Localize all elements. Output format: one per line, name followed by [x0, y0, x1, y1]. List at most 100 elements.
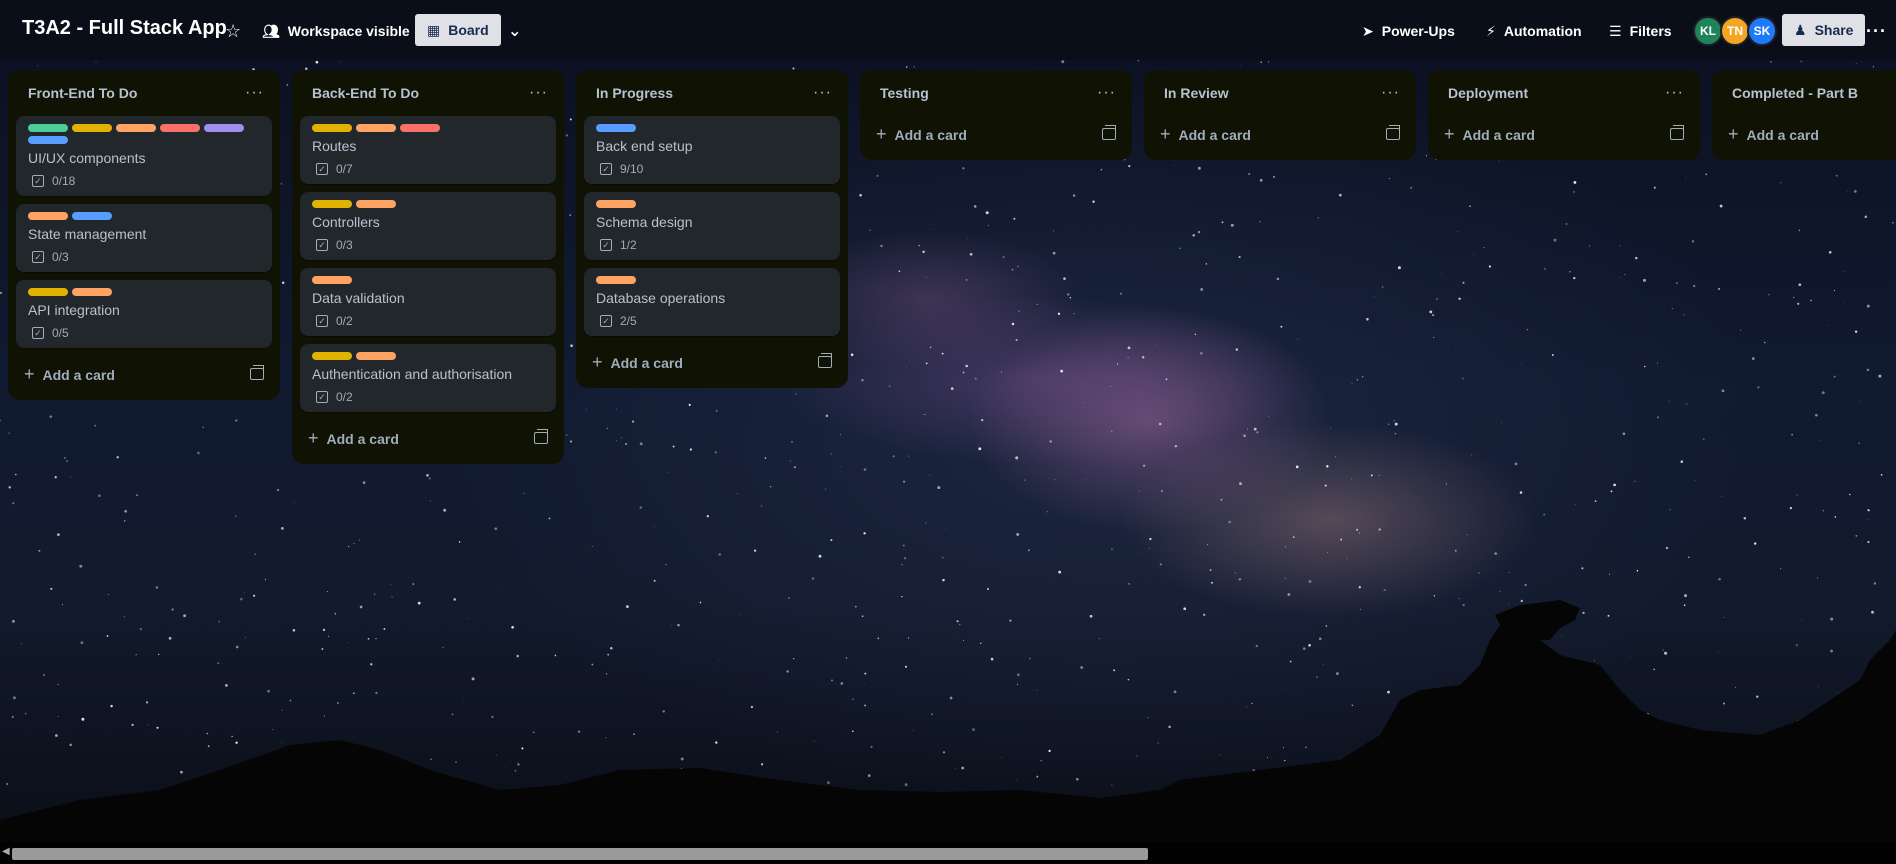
list-title[interactable]: Back-End To Do — [312, 85, 419, 101]
label-chip[interactable] — [28, 124, 68, 132]
add-card-button[interactable]: + Add a card — [592, 352, 683, 373]
scroll-left-icon[interactable]: ◀ — [2, 846, 10, 857]
add-card-button[interactable]: + Add a card — [1444, 124, 1535, 145]
card[interactable]: Controllers ✓ 0/3 — [300, 192, 556, 260]
list-title[interactable]: In Review — [1164, 85, 1229, 101]
list-title[interactable]: Deployment — [1448, 85, 1528, 101]
filters-button[interactable]: ☰ Filters — [1609, 16, 1672, 46]
card-labels[interactable] — [596, 200, 828, 208]
list-title[interactable]: Testing — [880, 85, 929, 101]
list-menu-icon[interactable]: ··· — [529, 84, 548, 102]
card-template-icon[interactable] — [1670, 125, 1684, 140]
member-avatar[interactable]: KL — [1693, 16, 1723, 46]
label-chip[interactable] — [28, 136, 68, 144]
scrollbar-thumb[interactable] — [12, 848, 1148, 860]
card-labels[interactable] — [28, 288, 260, 296]
list-menu-icon[interactable]: ··· — [245, 84, 264, 102]
list-header: Deployment ··· — [1436, 70, 1692, 116]
member-avatar[interactable]: TN — [1720, 16, 1750, 46]
add-card-button[interactable]: + Add a card — [876, 124, 967, 145]
label-chip[interactable] — [28, 288, 68, 296]
label-chip[interactable] — [312, 276, 352, 284]
label-chip[interactable] — [400, 124, 440, 132]
add-card-button[interactable]: + Add a card — [1728, 124, 1819, 145]
card-labels[interactable] — [596, 124, 828, 132]
label-chip[interactable] — [72, 212, 112, 220]
card-template-icon[interactable] — [1102, 125, 1116, 140]
card-labels[interactable] — [28, 124, 260, 144]
label-chip[interactable] — [72, 288, 112, 296]
label-chip[interactable] — [356, 124, 396, 132]
checklist-count: 0/7 — [336, 162, 353, 176]
label-chip[interactable] — [312, 200, 352, 208]
label-chip[interactable] — [356, 200, 396, 208]
label-chip[interactable] — [312, 352, 352, 360]
board-view-button[interactable]: ▦ Board — [415, 14, 501, 46]
label-chip[interactable] — [312, 124, 352, 132]
checklist-icon: ✓ — [316, 391, 328, 403]
powerups-button[interactable]: ➤ Power-Ups — [1362, 16, 1455, 46]
list-menu-icon[interactable]: ··· — [1097, 84, 1116, 102]
card-labels[interactable] — [28, 212, 260, 220]
card-template-icon[interactable] — [818, 353, 832, 368]
card-labels[interactable] — [312, 276, 544, 284]
checklist-count: 9/10 — [620, 162, 644, 176]
automation-button[interactable]: ⚡︎ Automation — [1486, 16, 1582, 46]
label-chip[interactable] — [596, 276, 636, 284]
checklist-badge: ✓ 0/18 — [28, 174, 260, 188]
plus-icon: + — [24, 363, 35, 384]
card[interactable]: Authentication and authorisation ✓ 0/2 — [300, 344, 556, 412]
view-switcher-button[interactable]: ⌄ — [508, 16, 521, 46]
board-title[interactable]: T3A2 - Full Stack App — [22, 17, 227, 40]
checklist-icon: ✓ — [32, 327, 44, 339]
list-title[interactable]: Completed - Part B — [1732, 85, 1858, 101]
list-title[interactable]: In Progress — [596, 85, 673, 101]
card[interactable]: Database operations ✓ 2/5 — [584, 268, 840, 336]
checklist-icon: ✓ — [316, 239, 328, 251]
horizontal-scrollbar[interactable]: ◀ — [0, 842, 1896, 864]
card[interactable]: Data validation ✓ 0/2 — [300, 268, 556, 336]
board-menu-button[interactable]: ··· — [1866, 16, 1887, 46]
list-menu-icon[interactable]: ··· — [1381, 84, 1400, 102]
card[interactable]: UI/UX components ✓ 0/18 — [16, 116, 272, 196]
add-card-button[interactable]: + Add a card — [1160, 124, 1251, 145]
list-menu-icon[interactable]: ··· — [1665, 84, 1684, 102]
star-board-button[interactable]: ☆ — [225, 16, 241, 46]
member-avatar[interactable]: SK — [1747, 16, 1777, 46]
powerups-label: Power-Ups — [1381, 23, 1455, 39]
add-card-button[interactable]: + Add a card — [308, 428, 399, 449]
card-labels[interactable] — [312, 352, 544, 360]
label-chip[interactable] — [204, 124, 244, 132]
card-title: Controllers — [312, 214, 380, 230]
label-chip[interactable] — [596, 200, 636, 208]
checklist-count: 0/2 — [336, 390, 353, 404]
card-labels[interactable] — [596, 276, 828, 284]
card[interactable]: API integration ✓ 0/5 — [16, 280, 272, 348]
list-menu-icon[interactable]: ··· — [813, 84, 832, 102]
card-labels[interactable] — [312, 124, 544, 132]
label-chip[interactable] — [28, 212, 68, 220]
share-button[interactable]: ♟ Share — [1782, 14, 1866, 46]
workspace-visibility-button[interactable]: 👥︎ Workspace visible — [262, 16, 410, 46]
member-initials: TN — [1727, 24, 1743, 38]
card[interactable]: State management ✓ 0/3 — [16, 204, 272, 272]
label-chip[interactable] — [72, 124, 112, 132]
add-card-button[interactable]: + Add a card — [24, 364, 115, 385]
list-title[interactable]: Front-End To Do — [28, 85, 137, 101]
card-labels[interactable] — [312, 200, 544, 208]
card[interactable]: Back end setup ✓ 9/10 — [584, 116, 840, 184]
checklist-badge: ✓ 2/5 — [596, 314, 828, 328]
list-header: Back-End To Do ··· — [300, 70, 556, 116]
card[interactable]: Schema design ✓ 1/2 — [584, 192, 840, 260]
label-chip[interactable] — [356, 352, 396, 360]
card-template-icon[interactable] — [534, 429, 548, 444]
card-template-icon[interactable] — [250, 365, 264, 380]
label-chip[interactable] — [116, 124, 156, 132]
card[interactable]: Routes ✓ 0/7 — [300, 116, 556, 184]
checklist-badge: ✓ 0/2 — [312, 314, 544, 328]
label-chip[interactable] — [596, 124, 636, 132]
add-card-label: Add a card — [1462, 126, 1535, 143]
checklist-badge: ✓ 0/3 — [28, 250, 260, 264]
card-template-icon[interactable] — [1386, 125, 1400, 140]
label-chip[interactable] — [160, 124, 200, 132]
